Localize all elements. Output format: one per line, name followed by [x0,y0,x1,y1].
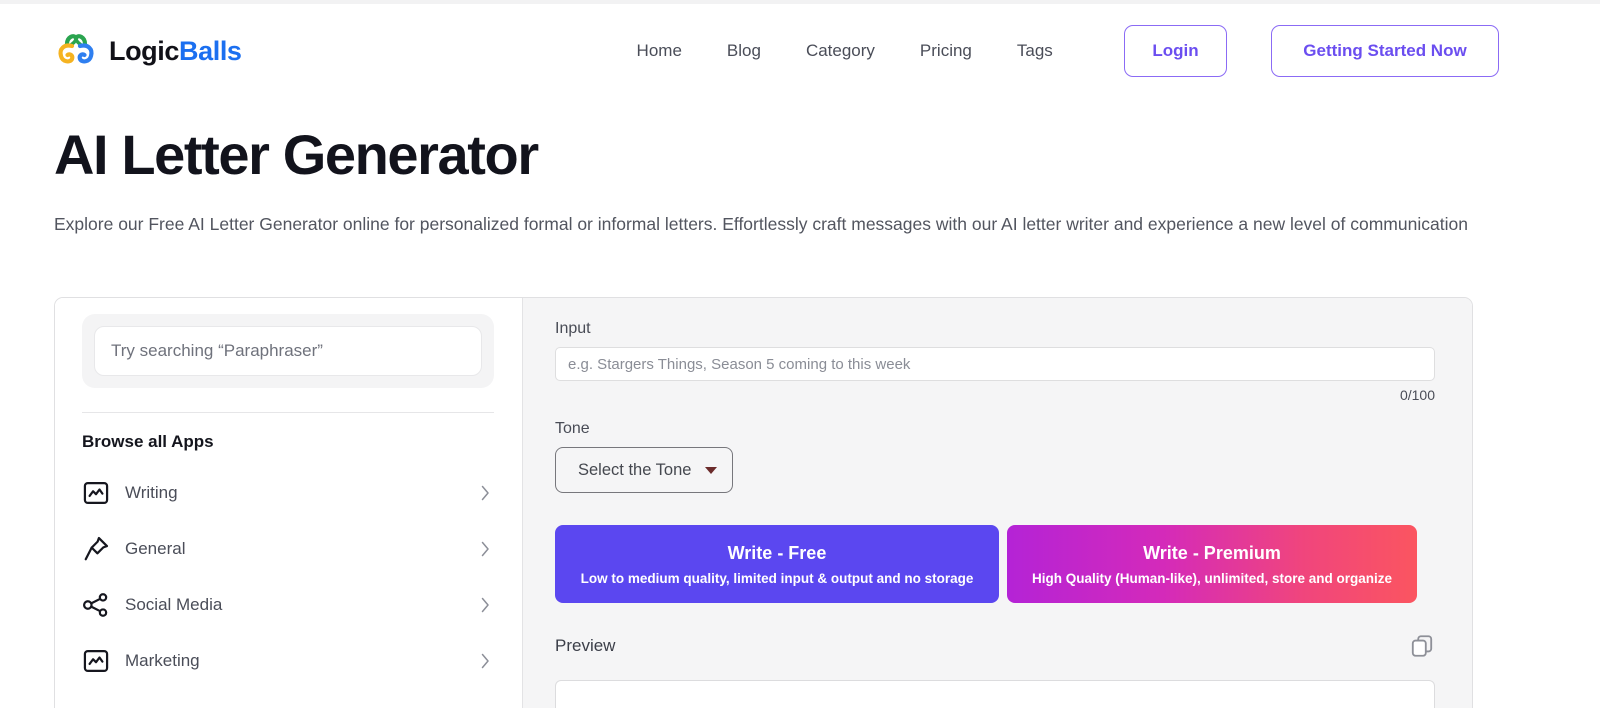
search-container [82,314,494,388]
sidebar-item-social-media[interactable]: Social Media [82,577,494,633]
nav-item-home[interactable]: Home [637,41,682,61]
main-navigation: Home Blog Category Pricing Tags [637,41,1053,61]
chart-square-icon [83,481,109,505]
login-button[interactable]: Login [1124,25,1227,77]
input-label: Input [555,320,591,337]
chevron-right-icon [481,485,489,501]
chart-square-icon [83,649,109,673]
preview-header: Preview [555,633,1435,659]
share-nodes-icon [82,593,108,617]
write-premium-button[interactable]: Write - Premium High Quality (Human-like… [1007,525,1417,603]
tone-select-value: Select the Tone [578,460,692,479]
sidebar-item-label: Marketing [125,651,200,670]
tone-label: Tone [555,420,590,437]
logicballs-brain-logo-icon [58,34,94,64]
brand-name: LogicBalls [109,36,242,67]
search-input[interactable] [94,326,482,376]
write-premium-title: Write - Premium [1143,542,1281,563]
write-premium-description: High Quality (Human-like), unlimited, st… [1031,570,1393,586]
nav-item-category[interactable]: Category [806,41,875,61]
browse-all-apps-title: Browse all Apps [82,432,214,451]
tone-select[interactable]: Select the Tone [555,447,734,493]
nav-item-blog[interactable]: Blog [727,41,761,61]
chevron-right-icon [481,653,489,669]
sidebar-item-marketing[interactable]: Marketing [82,633,494,689]
brand-logo[interactable]: LogicBalls [54,30,242,72]
page-root: LogicBalls Home Blog Category Pricing Ta… [0,0,1600,708]
app-category-list: Writing General Social Media Marketing [82,465,494,689]
apps-sidebar: Browse all Apps Writing [55,298,523,708]
sidebar-item-label: General [125,539,186,558]
brand-name-second: Balls [179,35,242,66]
page-description: Explore our Free AI Letter Generator onl… [54,214,1468,234]
action-buttons: Write - Free Low to medium quality, limi… [555,525,1435,603]
generator-card: Browse all Apps Writing [54,297,1473,708]
character-counter: 0/100 [1399,387,1435,403]
sidebar-item-label: Writing [125,483,178,502]
page-title: AI Letter Generator [54,123,539,186]
sidebar-item-general[interactable]: General [82,521,494,577]
sidebar-item-label: Social Media [125,595,223,614]
getting-started-button[interactable]: Getting Started Now [1271,25,1499,77]
preview-output-box [555,680,1435,708]
chevron-right-icon [481,541,489,557]
chevron-right-icon [481,597,489,613]
chevron-down-icon [705,466,718,474]
preview-label: Preview [555,636,616,655]
pushpin-icon [84,536,109,561]
generator-form: Input 0/100 Tone Select the Tone Write -… [523,298,1472,708]
nav-item-pricing[interactable]: Pricing [920,41,972,61]
sidebar-item-writing[interactable]: Writing [82,465,494,521]
prompt-input[interactable] [555,347,1435,381]
write-free-button[interactable]: Write - Free Low to medium quality, limi… [555,525,999,603]
site-header: LogicBalls Home Blog Category Pricing Ta… [0,4,1600,98]
copy-icon [1411,635,1433,657]
write-free-description: Low to medium quality, limited input & o… [580,570,974,586]
header-actions: Login Getting Started Now [1124,25,1499,77]
nav-item-tags[interactable]: Tags [1017,41,1053,61]
write-free-title: Write - Free [727,542,827,563]
copy-button[interactable] [1409,633,1435,659]
sidebar-divider [82,412,494,413]
brand-name-first: Logic [109,35,179,66]
